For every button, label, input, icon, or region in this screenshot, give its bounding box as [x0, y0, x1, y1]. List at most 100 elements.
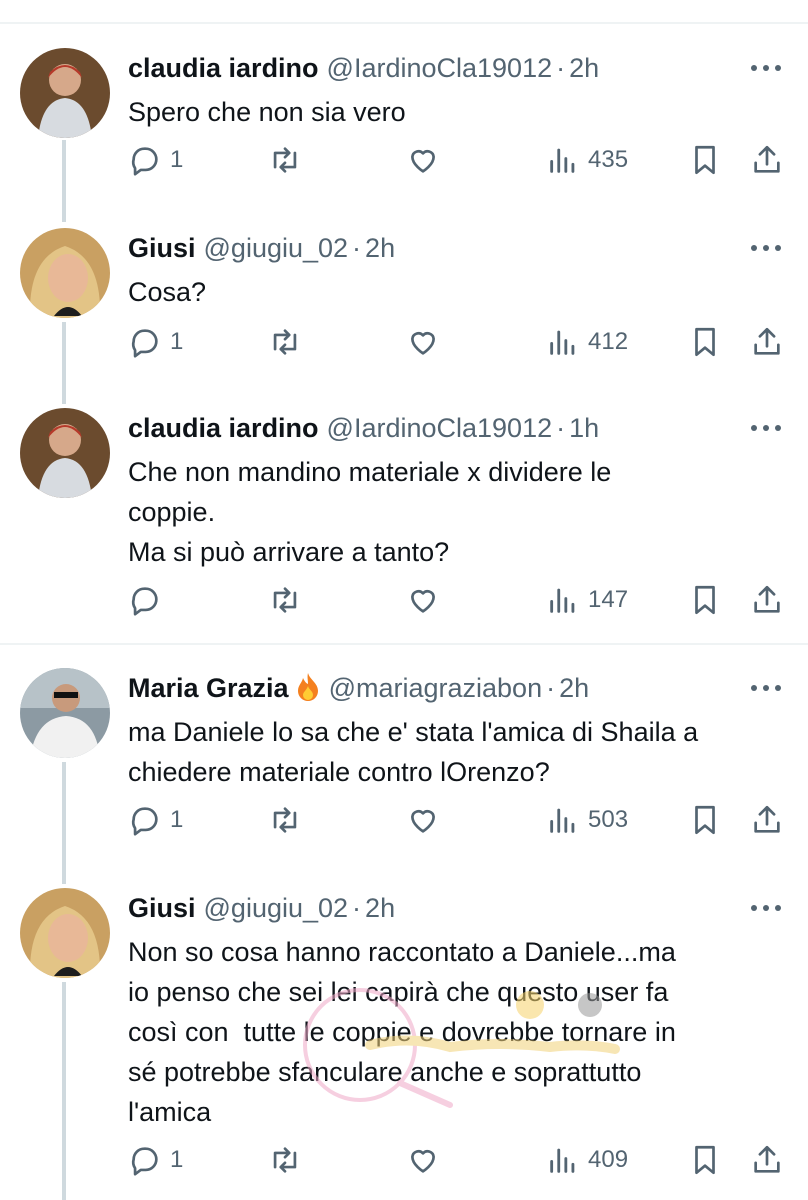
avatar[interactable]	[20, 888, 110, 978]
like-icon	[411, 1150, 435, 1173]
tweet-text-line: Spero che non sia vero	[128, 97, 406, 127]
thread-line	[62, 322, 66, 404]
timestamp[interactable]: 1h	[569, 413, 599, 443]
bookmark-button[interactable]	[688, 1140, 722, 1180]
share-icon	[754, 327, 780, 355]
bookmark-icon	[695, 585, 715, 615]
user-handle[interactable]: @giugiu_02	[204, 233, 349, 263]
retweet-button[interactable]	[268, 580, 302, 620]
bookmark-button[interactable]	[688, 140, 722, 180]
action-bar: 1 435	[128, 140, 788, 180]
like-icon	[411, 150, 435, 173]
avatar[interactable]	[20, 668, 110, 758]
more-icon[interactable]	[748, 898, 784, 918]
views-icon	[550, 808, 575, 833]
tweet-text: Cosa?	[128, 272, 778, 312]
bookmark-icon	[695, 805, 715, 835]
more-icon[interactable]	[748, 678, 784, 698]
more-icon[interactable]	[748, 418, 784, 438]
tweet-header: claudia iardino @IardinoCla19012 · 2h	[128, 52, 599, 84]
share-button[interactable]	[750, 322, 784, 362]
fire-emoji-icon	[297, 673, 318, 701]
tweet-text-line: Cosa?	[128, 277, 207, 307]
bookmark-button[interactable]	[688, 322, 722, 362]
views-button[interactable]: 409	[546, 1140, 628, 1180]
timestamp[interactable]: 2h	[365, 233, 395, 263]
timestamp[interactable]: 2h	[569, 53, 599, 83]
display-name[interactable]: Maria Grazia	[128, 673, 289, 703]
reply-icon	[131, 329, 158, 358]
user-handle[interactable]: @IardinoCla19012	[327, 413, 553, 443]
retweet-icon	[273, 329, 297, 355]
thread-line	[62, 982, 66, 1200]
separator-dot: ·	[556, 413, 566, 443]
share-button[interactable]	[750, 800, 784, 840]
more-icon[interactable]	[748, 238, 784, 258]
avatar[interactable]	[20, 408, 110, 498]
reply-count: 1	[170, 806, 184, 833]
bookmark-icon	[695, 145, 715, 175]
tweet-header: claudia iardino @IardinoCla19012 · 1h	[128, 412, 599, 444]
like-button[interactable]	[406, 800, 440, 840]
separator-dot: ·	[352, 233, 362, 263]
retweet-button[interactable]	[268, 1140, 302, 1180]
separator-dot: ·	[556, 53, 566, 83]
retweet-icon	[273, 587, 297, 613]
user-handle[interactable]: @giugiu_02	[204, 893, 349, 923]
reply-button[interactable]	[128, 580, 170, 620]
display-name[interactable]: Giusi	[128, 233, 196, 263]
timestamp[interactable]: 2h	[365, 893, 395, 923]
views-icon	[550, 1148, 575, 1173]
bookmark-icon	[695, 1145, 715, 1175]
user-handle[interactable]: @mariagraziabon	[329, 673, 543, 703]
reply-button[interactable]: 1	[128, 322, 183, 362]
action-bar: 1 409	[128, 1140, 788, 1180]
action-bar: 1 503	[128, 800, 788, 840]
display-name[interactable]: Giusi	[128, 893, 196, 923]
like-button[interactable]	[406, 140, 440, 180]
retweet-button[interactable]	[268, 140, 302, 180]
like-icon	[411, 590, 435, 613]
timestamp[interactable]: 2h	[559, 673, 589, 703]
like-button[interactable]	[406, 322, 440, 362]
avatar[interactable]	[20, 228, 110, 318]
views-button[interactable]: 503	[546, 800, 628, 840]
bookmark-button[interactable]	[688, 800, 722, 840]
separator-dot: ·	[352, 893, 362, 923]
display-name[interactable]: claudia iardino	[128, 413, 319, 443]
share-button[interactable]	[750, 140, 784, 180]
more-icon[interactable]	[748, 58, 784, 78]
bookmark-button[interactable]	[688, 580, 722, 620]
tweet-text: Spero che non sia vero	[128, 92, 778, 132]
retweet-icon	[273, 147, 297, 173]
reply-button[interactable]: 1	[128, 140, 183, 180]
retweet-button[interactable]	[268, 800, 302, 840]
like-button[interactable]	[406, 1140, 440, 1180]
avatar[interactable]	[20, 48, 110, 138]
reply-icon	[131, 807, 158, 836]
reply-count: 1	[170, 328, 184, 355]
reply-button[interactable]: 1	[128, 800, 183, 840]
user-handle[interactable]: @IardinoCla19012	[327, 53, 553, 83]
views-button[interactable]: 412	[546, 322, 628, 362]
tweet-text-line: ma Daniele lo sa che e' stata l'amica di…	[128, 717, 699, 747]
bookmark-icon	[695, 327, 715, 357]
top-divider	[0, 22, 808, 24]
tweet-header: Maria Grazia @mariagraziabon · 2h	[128, 672, 589, 704]
tweet-header: Giusi @giugiu_02 · 2h	[128, 232, 395, 264]
tweet-text: Che non mandino materiale x dividere le …	[128, 452, 778, 572]
retweet-button[interactable]	[268, 322, 302, 362]
separator-dot: ·	[546, 673, 556, 703]
views-button[interactable]: 147	[546, 580, 628, 620]
tweet-text-line: Che non mandino materiale x dividere le	[128, 457, 612, 487]
reply-icon	[131, 1147, 158, 1176]
views-icon	[550, 588, 575, 613]
thread-line	[62, 140, 66, 222]
display-name[interactable]: claudia iardino	[128, 53, 319, 83]
share-button[interactable]	[750, 580, 784, 620]
view-count: 503	[588, 806, 629, 833]
like-button[interactable]	[406, 580, 440, 620]
reply-button[interactable]: 1	[128, 1140, 183, 1180]
share-button[interactable]	[750, 1140, 784, 1180]
views-button[interactable]: 435	[546, 140, 628, 180]
